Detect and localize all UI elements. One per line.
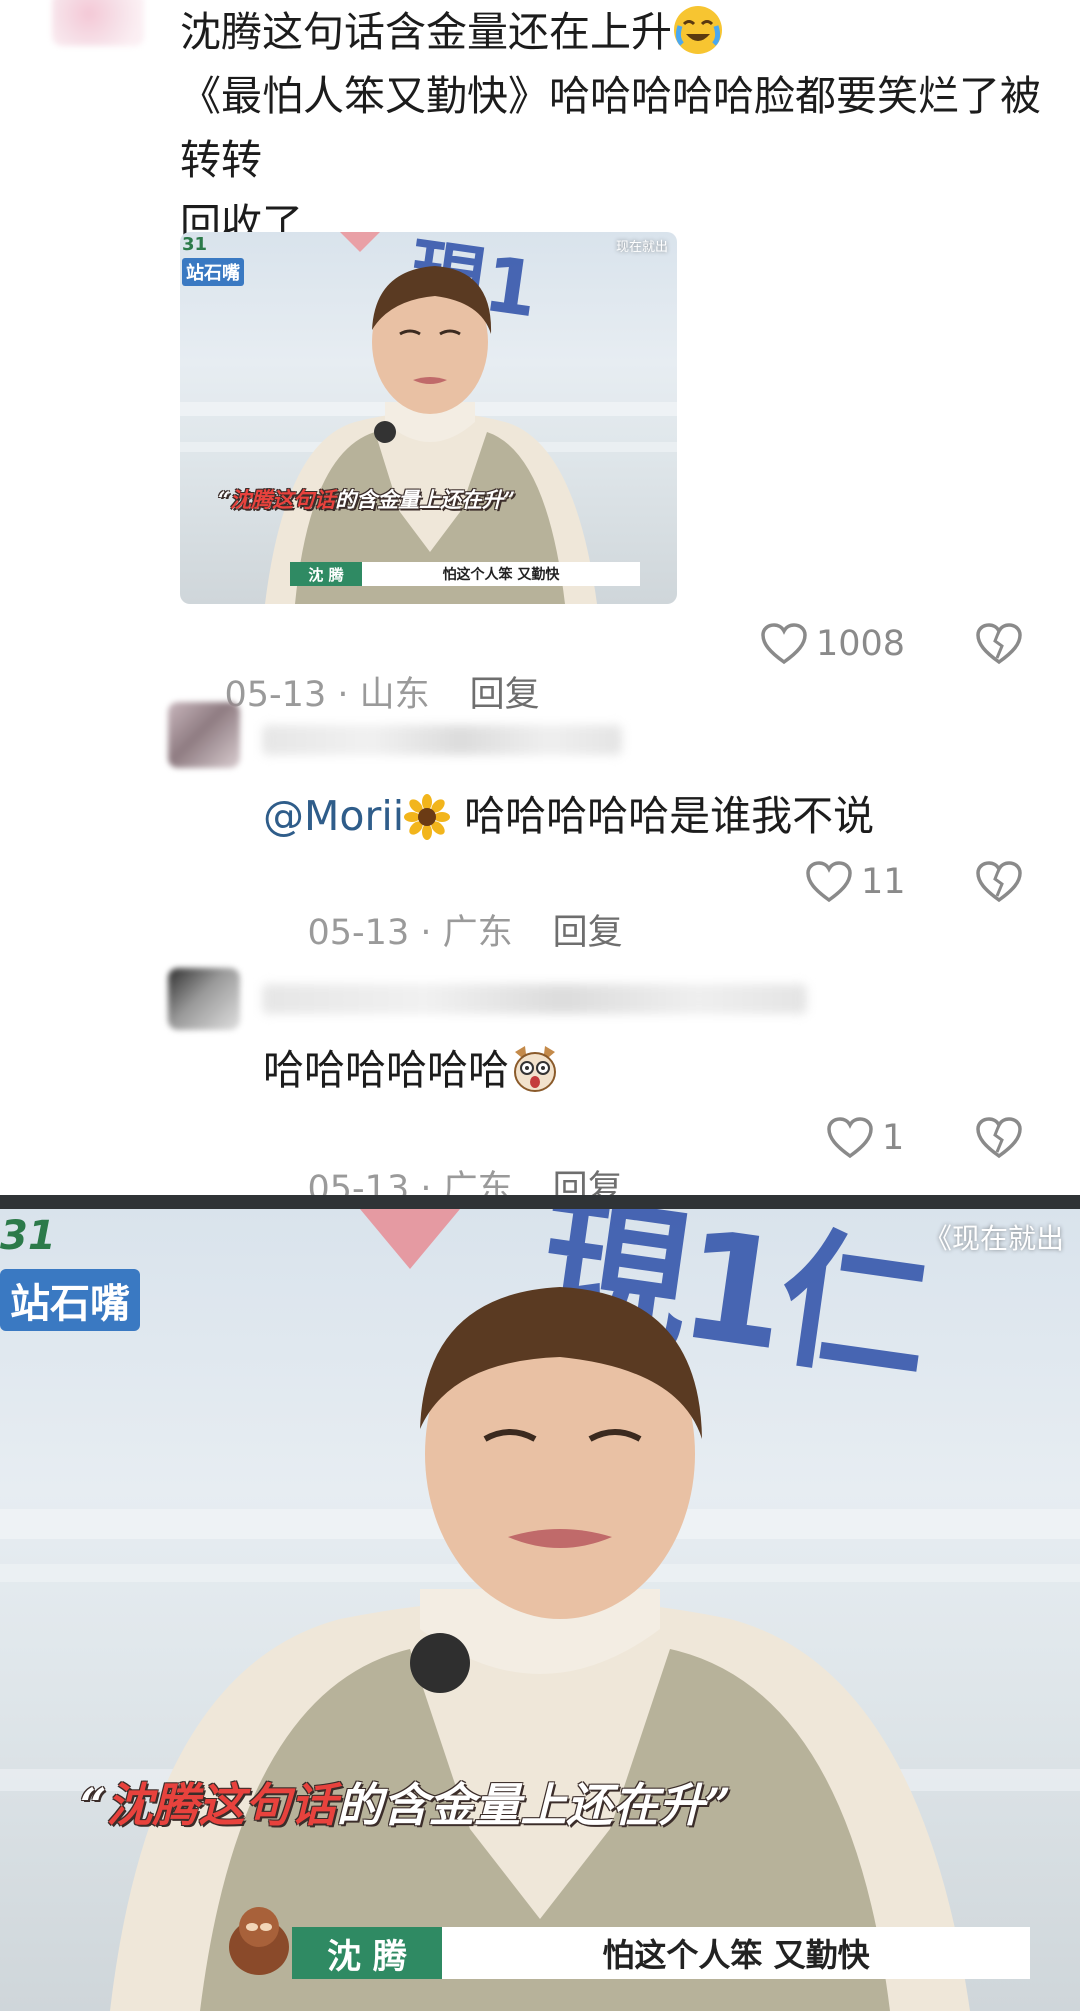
reply-username[interactable] <box>262 725 622 755</box>
like-button[interactable]: 1008 <box>760 622 905 666</box>
broken-heart-icon[interactable] <box>975 1116 1023 1160</box>
quote-open: “ <box>80 1778 107 1832</box>
like-count: 11 <box>861 862 906 902</box>
like-count: 1008 <box>816 624 906 664</box>
reply-message: 哈哈哈哈哈是谁我不说 <box>464 792 875 840</box>
mention-link[interactable]: @Morii <box>263 792 404 840</box>
like-button[interactable]: 1 <box>826 1116 904 1160</box>
reply-date-location: 05-13 · 广东 <box>307 913 513 953</box>
comment-line-1: 沈腾这句话含金量还在上升 <box>180 8 672 56</box>
comment-line-2: 《最怕人笨又勤快》哈哈哈哈哈脸都要笑烂了被转转 <box>180 72 1041 184</box>
image-divider <box>0 1195 1080 1209</box>
reply-avatar[interactable] <box>168 702 240 768</box>
reply-text: @Morii 哈哈哈哈哈是谁我不说 <box>263 784 1063 848</box>
video-frame-thumbnail: 現1 31 站石嘴 现在就出 “沈腾这句话的含金量上还在升” 沈 腾 怕这个人笨… <box>180 232 677 604</box>
sloth-mascot-icon <box>229 1907 289 1975</box>
quote-rest: 的含金量上还在升 <box>336 1778 705 1832</box>
commenter-avatar[interactable] <box>52 0 144 46</box>
show-logo-number: 31 <box>0 1213 56 1259</box>
video-frame-large: 現1仁 31 站石嘴 《现在就出 “沈腾这句话的含金量上还在升” 沈 腾 怕这个… <box>0 1209 1080 2011</box>
reply-meta: 05-13 · 广东 回复 <box>263 864 623 995</box>
reply-button[interactable]: 回复 <box>470 675 540 715</box>
heart-icon <box>827 1117 873 1159</box>
comment-thread: 沈腾这句话含金量还在上升 《最怕人笨又勤快》哈哈哈哈哈脸都要笑烂了被转转 回收了… <box>0 0 1080 1209</box>
sunflower-icon <box>404 794 451 840</box>
comment-text: 沈腾这句话含金量还在上升 《最怕人笨又勤快》哈哈哈哈哈脸都要笑烂了被转转 回收了 <box>180 0 1060 256</box>
quote-caption: “沈腾这句话的含金量上还在升” <box>80 1769 731 1835</box>
heart-icon <box>761 623 807 665</box>
lower-third: 沈 腾 怕这个人笨 又勤快 <box>292 1927 1030 1979</box>
broken-heart-icon[interactable] <box>975 860 1023 904</box>
reply-message: 哈哈哈哈哈哈 <box>263 1046 509 1094</box>
reply-text: 哈哈哈哈哈哈 <box>263 1038 1063 1102</box>
reply-username[interactable] <box>262 984 807 1014</box>
person-figure <box>265 266 597 604</box>
broken-heart-icon[interactable] <box>975 622 1023 666</box>
comment-date-location: 05-13 · 山东 <box>224 675 430 715</box>
quote-close: ” <box>704 1778 731 1832</box>
subtitle-text: 怕这个人笨 又勤快 <box>442 1927 1030 1979</box>
show-title: 《现在就出 <box>924 1222 1065 1255</box>
comment-image-thumbnail[interactable]: 現1 31 站石嘴 现在就出 “沈腾这句话的含金量上还在升” 沈 腾 怕这个人笨… <box>180 232 677 604</box>
like-button[interactable]: 11 <box>805 860 906 904</box>
speaker-name-tag: 沈 腾 <box>292 1927 442 1979</box>
dog-face-icon <box>509 1042 561 1094</box>
crying-laughing-emoji-icon <box>672 4 724 56</box>
reply-button[interactable]: 回复 <box>553 913 623 953</box>
reply-avatar[interactable] <box>168 968 240 1030</box>
heart-icon <box>806 861 852 903</box>
quote-highlight: 沈腾这句话 <box>106 1778 337 1832</box>
like-count: 1 <box>882 1118 905 1158</box>
